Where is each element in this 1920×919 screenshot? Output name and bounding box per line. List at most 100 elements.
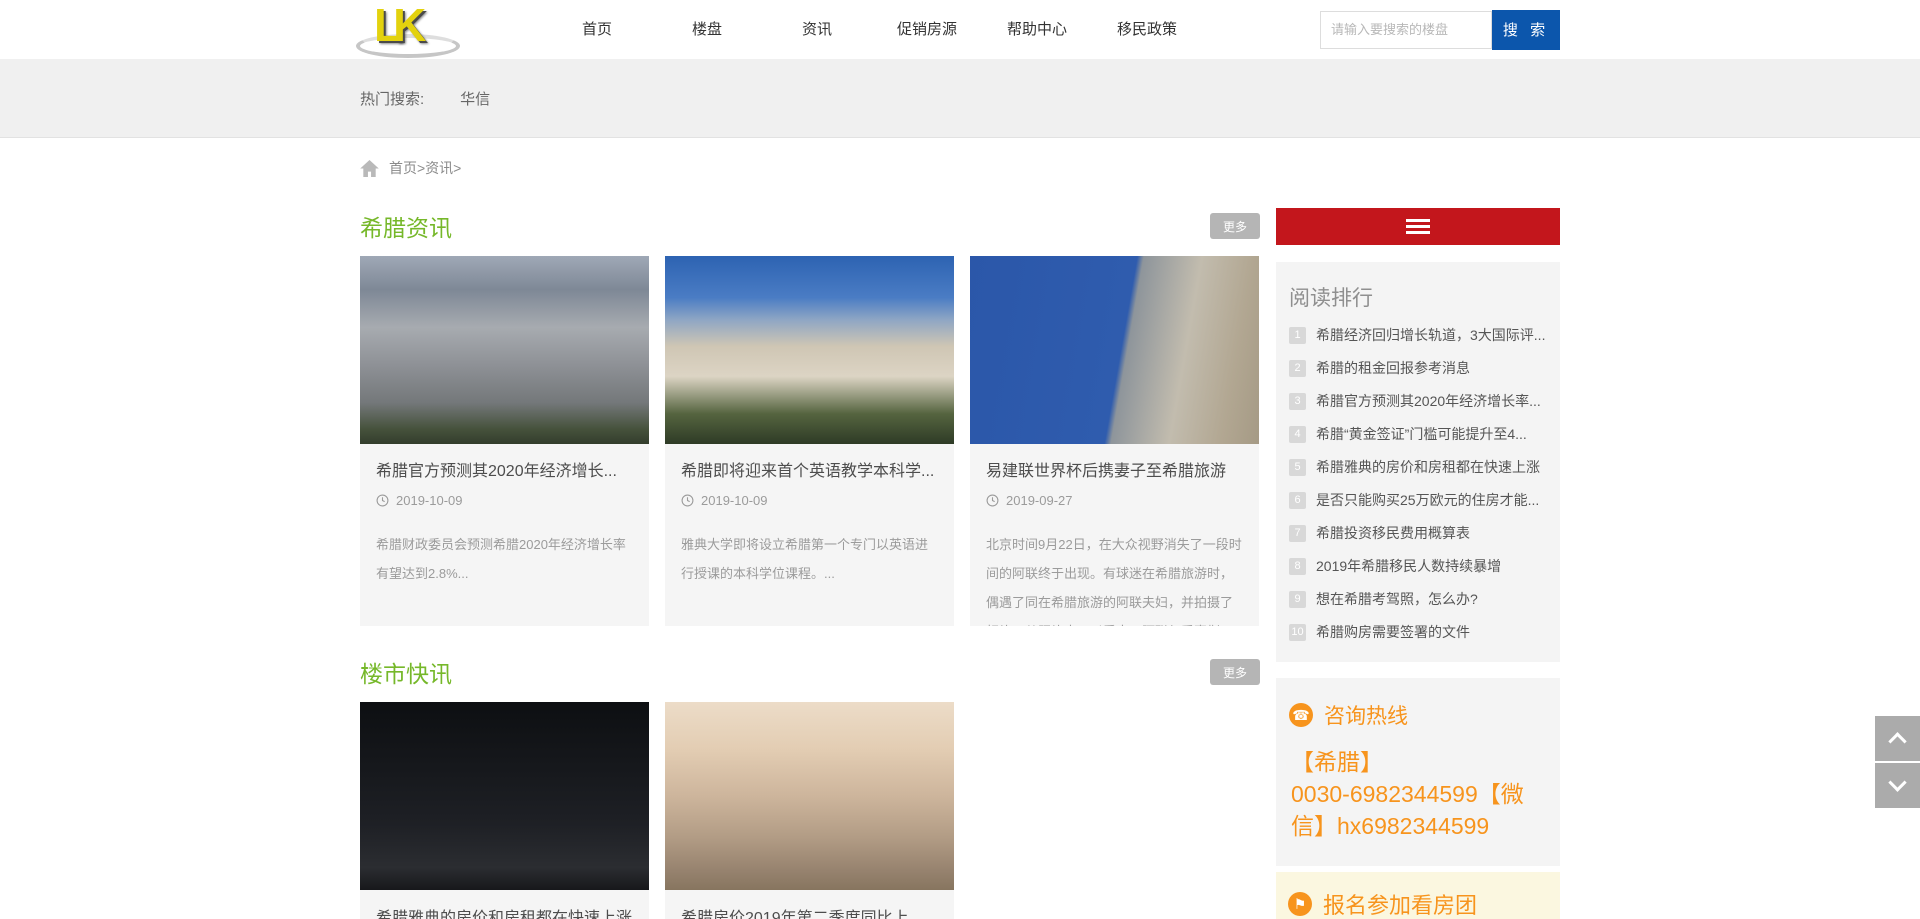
rank-number: 1 bbox=[1289, 327, 1306, 344]
article-date-row: 2019-10-09 bbox=[681, 493, 938, 508]
article-body: 易建联世界杯后携妻子至希腊旅游 2019-09-27 北京时间9月22日，在大众… bbox=[970, 444, 1259, 626]
section-title: 楼市快讯 bbox=[360, 655, 452, 689]
phone-icon: ☎ bbox=[1289, 703, 1313, 727]
article-title[interactable]: 易建联世界杯后携妻子至希腊旅游 bbox=[986, 457, 1243, 481]
article-date: 2019-09-27 bbox=[1006, 493, 1073, 508]
rank-text: 希腊官方预测其2020年经济增长率... bbox=[1316, 391, 1541, 411]
rank-number: 2 bbox=[1289, 360, 1306, 377]
clock-icon bbox=[986, 494, 999, 507]
ranking-item[interactable]: 9 想在希腊考驾照，怎么办? bbox=[1289, 589, 1547, 609]
rank-number: 5 bbox=[1289, 459, 1306, 476]
article-date: 2019-10-09 bbox=[701, 493, 768, 508]
article-date-row: 2019-10-09 bbox=[376, 493, 633, 508]
search-bar: 搜 索 bbox=[1320, 10, 1560, 50]
article-title[interactable]: 希腊房价2019年第二季度同比上... bbox=[681, 904, 938, 919]
article-image[interactable] bbox=[665, 702, 954, 890]
sidebar-menu-bar[interactable] bbox=[1276, 208, 1560, 245]
article-body: 希腊雅典的房价和房租都在快速上涨 bbox=[360, 890, 649, 919]
market-news-cards: 希腊雅典的房价和房租都在快速上涨 希腊房价2019年第二季度同比上... bbox=[360, 702, 1260, 919]
greece-news-cards: 希腊官方预测其2020年经济增长... 2019-10-09 希腊财政委员会预测… bbox=[360, 256, 1260, 626]
scroll-buttons bbox=[1875, 716, 1920, 810]
hot-search-keyword[interactable]: 华信 bbox=[460, 88, 490, 109]
rank-text: 希腊“黄金签证”门槛可能提升至4... bbox=[1316, 424, 1527, 444]
nav-item-help-center[interactable]: 帮助中心 bbox=[982, 0, 1092, 59]
rank-text: 希腊的租金回报参考消息 bbox=[1316, 358, 1470, 378]
home-icon bbox=[360, 160, 379, 177]
article-date-row: 2019-09-27 bbox=[986, 493, 1243, 508]
hot-search-label: 热门搜索: bbox=[360, 88, 424, 109]
rank-number: 7 bbox=[1289, 525, 1306, 542]
article-title[interactable]: 希腊雅典的房价和房租都在快速上涨 bbox=[376, 904, 633, 919]
section-header-greece-news: 希腊资讯 更多 bbox=[360, 208, 1260, 244]
ranking-item[interactable]: 8 2019年希腊移民人数持续暴增 bbox=[1289, 556, 1547, 576]
article-card[interactable]: 希腊雅典的房价和房租都在快速上涨 bbox=[360, 702, 649, 919]
article-card[interactable]: 希腊房价2019年第二季度同比上... bbox=[665, 702, 954, 919]
nav-item-immigration-policy[interactable]: 移民政策 bbox=[1092, 0, 1202, 59]
hotline-number: 【希腊】0030-6982344599【微信】hx6982344599 bbox=[1289, 746, 1547, 842]
chevron-down-icon bbox=[1888, 773, 1906, 791]
rank-number: 4 bbox=[1289, 426, 1306, 443]
rank-text: 想在希腊考驾照，怎么办? bbox=[1316, 589, 1478, 609]
breadcrumb-path[interactable]: 首页>资讯> bbox=[389, 158, 461, 178]
more-button[interactable]: 更多 bbox=[1210, 659, 1260, 685]
article-card[interactable]: 易建联世界杯后携妻子至希腊旅游 2019-09-27 北京时间9月22日，在大众… bbox=[970, 256, 1259, 626]
clock-icon bbox=[376, 494, 389, 507]
article-image[interactable] bbox=[970, 256, 1259, 444]
scroll-up-button[interactable] bbox=[1875, 716, 1920, 761]
news-column: 希腊资讯 更多 希腊官方预测其2020年经济增长... 2019-10-09 希… bbox=[360, 208, 1260, 919]
signup-panel: ⚑ 报名参加看房团 姓 名 电 话 bbox=[1276, 872, 1560, 919]
article-excerpt: 雅典大学即将设立希腊第一个专门以英语进行授课的本科学位课程。... bbox=[681, 530, 938, 588]
hotline-title: 咨询热线 bbox=[1324, 700, 1408, 730]
section-title: 希腊资讯 bbox=[360, 209, 452, 243]
logo-text: LK bbox=[374, 0, 417, 52]
main-nav: 首页 楼盘 资讯 促销房源 帮助中心 移民政策 bbox=[542, 0, 1202, 59]
clock-icon bbox=[681, 494, 694, 507]
ranking-item[interactable]: 1 希腊经济回归增长轨道，3大国际评... bbox=[1289, 325, 1547, 345]
search-button[interactable]: 搜 索 bbox=[1492, 10, 1560, 50]
rank-number: 9 bbox=[1289, 591, 1306, 608]
article-card[interactable]: 希腊官方预测其2020年经济增长... 2019-10-09 希腊财政委员会预测… bbox=[360, 256, 649, 626]
article-title[interactable]: 希腊官方预测其2020年经济增长... bbox=[376, 457, 633, 481]
ranking-item[interactable]: 3 希腊官方预测其2020年经济增长率... bbox=[1289, 391, 1547, 411]
article-body: 希腊官方预测其2020年经济增长... 2019-10-09 希腊财政委员会预测… bbox=[360, 444, 649, 626]
article-card[interactable]: 希腊即将迎来首个英语教学本科学... 2019-10-09 雅典大学即将设立希腊… bbox=[665, 256, 954, 626]
chevron-up-icon bbox=[1888, 732, 1906, 750]
sidebar: 阅读排行 1 希腊经济回归增长轨道，3大国际评... 2 希腊的租金回报参考消息… bbox=[1276, 208, 1560, 919]
article-excerpt: 北京时间9月22日，在大众视野消失了一段时间的阿联终于出现。有球迷在希腊旅游时，… bbox=[986, 530, 1243, 626]
hotline-region: 【希腊】 bbox=[1291, 746, 1547, 778]
signup-title: 报名参加看房团 bbox=[1323, 888, 1477, 919]
more-button[interactable]: 更多 bbox=[1210, 213, 1260, 239]
scroll-down-button[interactable] bbox=[1875, 763, 1920, 808]
article-excerpt: 希腊财政委员会预测希腊2020年经济增长率有望达到2.8%... bbox=[376, 530, 633, 588]
reading-ranking-panel: 阅读排行 1 希腊经济回归增长轨道，3大国际评... 2 希腊的租金回报参考消息… bbox=[1276, 262, 1560, 662]
article-image[interactable] bbox=[360, 256, 649, 444]
rank-text: 希腊经济回归增长轨道，3大国际评... bbox=[1316, 325, 1545, 345]
site-logo[interactable]: LK bbox=[360, 0, 468, 59]
ranking-item[interactable]: 2 希腊的租金回报参考消息 bbox=[1289, 358, 1547, 378]
hot-search-bar: 热门搜索: 华信 bbox=[0, 59, 1920, 138]
ranking-item[interactable]: 7 希腊投资移民费用概算表 bbox=[1289, 523, 1547, 543]
breadcrumb: 首页>资讯> bbox=[360, 158, 1560, 178]
hotline-phone: 0030-6982344599【微信】hx6982344599 bbox=[1291, 781, 1524, 839]
rank-text: 是否只能购买25万欧元的住房才能... bbox=[1316, 490, 1539, 510]
rank-number: 3 bbox=[1289, 393, 1306, 410]
hamburger-icon bbox=[1406, 216, 1430, 237]
search-input[interactable] bbox=[1320, 11, 1492, 49]
nav-item-promotions[interactable]: 促销房源 bbox=[872, 0, 982, 59]
section-header-market-news: 楼市快讯 更多 bbox=[360, 654, 1260, 690]
nav-item-properties[interactable]: 楼盘 bbox=[652, 0, 762, 59]
rank-number: 6 bbox=[1289, 492, 1306, 509]
ranking-item[interactable]: 6 是否只能购买25万欧元的住房才能... bbox=[1289, 490, 1547, 510]
nav-item-news[interactable]: 资讯 bbox=[762, 0, 872, 59]
ranking-item[interactable]: 4 希腊“黄金签证”门槛可能提升至4... bbox=[1289, 424, 1547, 444]
rank-text: 希腊购房需要签署的文件 bbox=[1316, 622, 1470, 642]
article-image[interactable] bbox=[665, 256, 954, 444]
article-body: 希腊房价2019年第二季度同比上... bbox=[665, 890, 954, 919]
ranking-title: 阅读排行 bbox=[1289, 282, 1547, 312]
ranking-item[interactable]: 10 希腊购房需要签署的文件 bbox=[1289, 622, 1547, 642]
article-title[interactable]: 希腊即将迎来首个英语教学本科学... bbox=[681, 457, 938, 481]
ranking-item[interactable]: 5 希腊雅典的房价和房租都在快速上涨 bbox=[1289, 457, 1547, 477]
article-image[interactable] bbox=[360, 702, 649, 890]
nav-item-home[interactable]: 首页 bbox=[542, 0, 652, 59]
hotline-panel: ☎ 咨询热线 【希腊】0030-6982344599【微信】hx69823445… bbox=[1276, 678, 1560, 866]
